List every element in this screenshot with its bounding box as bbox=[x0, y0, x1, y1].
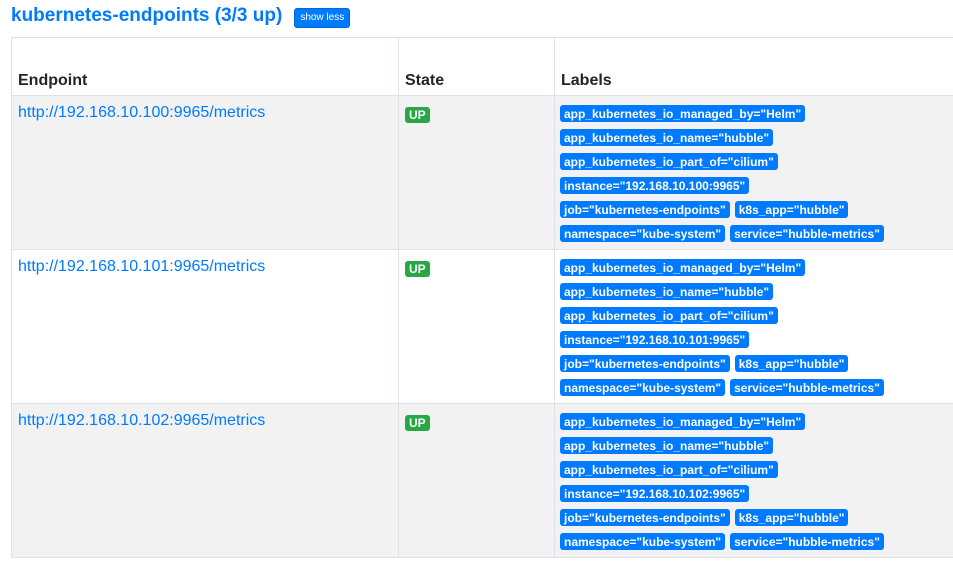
label-badge: app_kubernetes_io_managed_by="Helm" bbox=[560, 413, 806, 430]
label-badge: app_kubernetes_io_name="hubble" bbox=[560, 129, 774, 146]
label-badge: app_kubernetes_io_name="hubble" bbox=[560, 437, 774, 454]
endpoint-link[interactable]: http://192.168.10.100:9965/metrics bbox=[18, 104, 265, 121]
label-badge: app_kubernetes_io_part_of="cilium" bbox=[560, 307, 778, 324]
label-badge: job="kubernetes-endpoints" bbox=[560, 201, 730, 218]
label-badge: instance="192.168.10.101:9965" bbox=[560, 331, 750, 348]
table-row: http://192.168.10.101:9965/metrics UP ap… bbox=[11, 249, 953, 404]
job-title-link[interactable]: kubernetes-endpoints (3/3 up) bbox=[11, 5, 282, 27]
label-badge: app_kubernetes_io_part_of="cilium" bbox=[560, 153, 778, 170]
endpoint-cell: http://192.168.10.102:9965/metrics bbox=[11, 403, 399, 558]
label-badge: k8s_app="hubble" bbox=[734, 509, 849, 526]
label-badge: service="hubble-metrics" bbox=[730, 225, 884, 242]
state-cell: UP bbox=[398, 403, 555, 558]
endpoint-link[interactable]: http://192.168.10.101:9965/metrics bbox=[18, 258, 265, 275]
labels-column-header: Labels bbox=[554, 37, 953, 96]
label-badge: service="hubble-metrics" bbox=[730, 533, 884, 550]
label-badge: instance="192.168.10.102:9965" bbox=[560, 485, 750, 502]
state-badge: UP bbox=[405, 261, 430, 277]
label-badge: instance="192.168.10.100:9965" bbox=[560, 177, 750, 194]
label-badge: job="kubernetes-endpoints" bbox=[560, 509, 730, 526]
endpoint-cell: http://192.168.10.101:9965/metrics bbox=[11, 249, 399, 404]
label-badge: namespace="kube-system" bbox=[560, 225, 726, 242]
labels-cell: app_kubernetes_io_managed_by="Helm" app_… bbox=[554, 403, 953, 558]
state-cell: UP bbox=[398, 249, 555, 404]
label-badge: service="hubble-metrics" bbox=[730, 379, 884, 396]
label-badge: app_kubernetes_io_name="hubble" bbox=[560, 283, 774, 300]
targets-table: Endpoint State Labels http://192.168.10.… bbox=[11, 37, 953, 558]
state-badge: UP bbox=[405, 107, 430, 123]
table-header-row: Endpoint State Labels bbox=[11, 37, 953, 96]
labels-cell: app_kubernetes_io_managed_by="Helm" app_… bbox=[554, 249, 953, 404]
label-badge: app_kubernetes_io_part_of="cilium" bbox=[560, 461, 778, 478]
state-cell: UP bbox=[398, 95, 555, 250]
endpoint-cell: http://192.168.10.100:9965/metrics bbox=[11, 95, 399, 250]
label-badge: k8s_app="hubble" bbox=[734, 201, 849, 218]
endpoint-column-header: Endpoint bbox=[11, 37, 399, 96]
endpoint-link[interactable]: http://192.168.10.102:9965/metrics bbox=[18, 412, 265, 429]
show-less-button[interactable]: show less bbox=[294, 8, 351, 28]
label-badge: app_kubernetes_io_managed_by="Helm" bbox=[560, 259, 806, 276]
labels-cell: app_kubernetes_io_managed_by="Helm" app_… bbox=[554, 95, 953, 250]
label-badge: app_kubernetes_io_managed_by="Helm" bbox=[560, 105, 806, 122]
label-badge: namespace="kube-system" bbox=[560, 533, 726, 550]
label-badge: job="kubernetes-endpoints" bbox=[560, 355, 730, 372]
label-badge: k8s_app="hubble" bbox=[734, 355, 849, 372]
label-badge: namespace="kube-system" bbox=[560, 379, 726, 396]
state-badge: UP bbox=[405, 415, 430, 431]
job-header: kubernetes-endpoints (3/3 up) show less bbox=[11, 4, 351, 28]
state-column-header: State bbox=[398, 37, 555, 96]
table-row: http://192.168.10.102:9965/metrics UP ap… bbox=[11, 403, 953, 558]
table-row: http://192.168.10.100:9965/metrics UP ap… bbox=[11, 95, 953, 250]
